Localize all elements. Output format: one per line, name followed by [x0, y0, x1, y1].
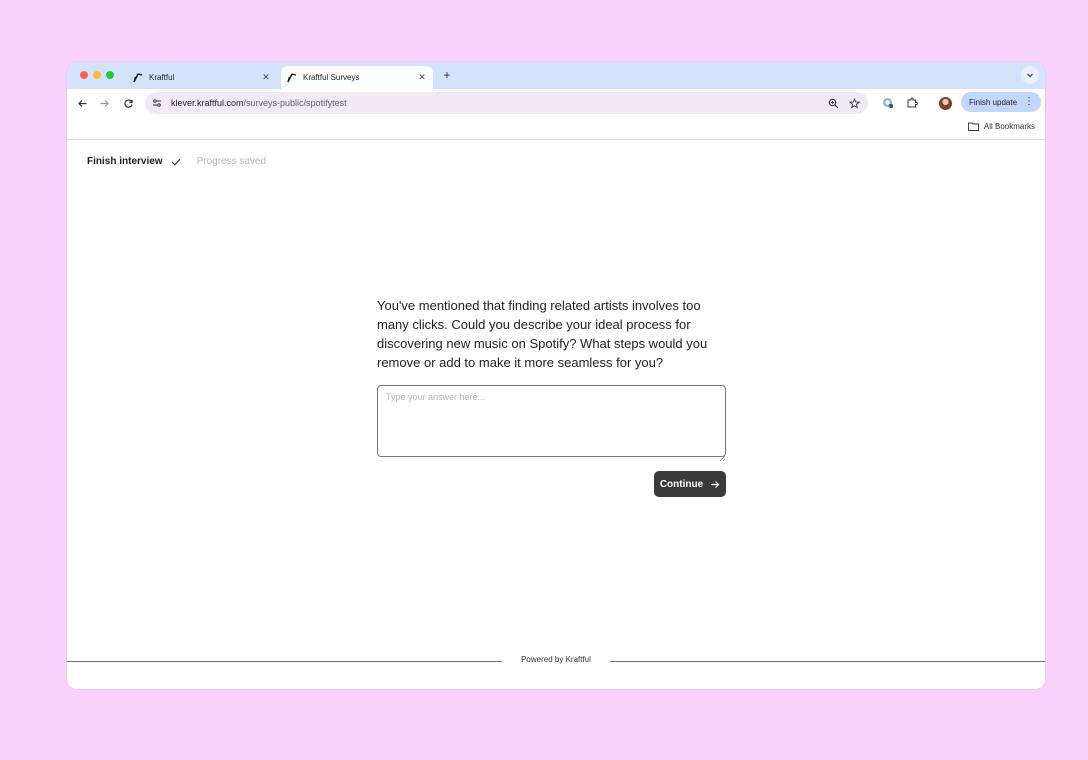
survey-page: Finish interview Progress saved You've m…: [67, 141, 1045, 689]
tab-kraftful-surveys[interactable]: Kraftful Surveys ✕: [281, 66, 433, 89]
profile-avatar[interactable]: [939, 97, 952, 110]
continue-label: Continue: [659, 478, 704, 490]
bookmark-star-icon[interactable]: [848, 97, 860, 109]
close-tab-icon[interactable]: ✕: [415, 72, 429, 83]
progress-saved-status: Progress saved: [196, 156, 267, 167]
arrow-right-icon: [710, 480, 720, 489]
back-arrow-icon[interactable]: [74, 95, 90, 111]
browser-window: Kraftful ✕ Kraftful Surveys ✕ + klever.k…: [67, 62, 1045, 689]
minimize-window-button[interactable]: [93, 71, 101, 79]
footer-divider: [610, 661, 1045, 662]
footer: Powered by Kraftful: [67, 655, 1045, 669]
all-bookmarks-button[interactable]: All Bookmarks: [967, 122, 1035, 131]
forward-arrow-icon[interactable]: [96, 95, 112, 111]
tab-strip: Kraftful ✕ Kraftful Surveys ✕ +: [67, 62, 1045, 89]
resize-handle-icon[interactable]: [718, 449, 726, 462]
folder-icon: [967, 122, 979, 131]
footer-divider: [67, 661, 502, 662]
extensions-puzzle-icon[interactable]: [905, 96, 919, 110]
close-window-button[interactable]: [80, 71, 88, 79]
tab-title: Kraftful: [149, 73, 175, 82]
url-host: klever.kraftful.com: [171, 98, 244, 108]
zoom-icon[interactable]: [827, 97, 839, 109]
survey-question: You've mentioned that finding related ar…: [377, 298, 708, 370]
reload-icon[interactable]: [120, 95, 136, 111]
kraftful-logo-icon: [287, 72, 297, 83]
tab-title: Kraftful Surveys: [303, 73, 360, 82]
answer-input[interactable]: [377, 385, 726, 457]
more-menu-icon[interactable]: ⋮: [1024, 96, 1034, 108]
interview-status: Finish interview Progress saved: [87, 156, 266, 167]
kraftful-logo-icon: [133, 72, 143, 83]
extension-icon[interactable]: [881, 96, 895, 110]
tab-search-chevron-icon[interactable]: [1021, 66, 1039, 84]
close-tab-icon[interactable]: ✕: [259, 72, 273, 83]
finish-update-button[interactable]: Finish update ⋮: [961, 92, 1041, 112]
checkmark-icon: [171, 158, 181, 166]
site-settings-icon[interactable]: [151, 97, 163, 109]
url-path: /surveys-public/spotifytest: [243, 98, 347, 108]
tab-kraftful[interactable]: Kraftful ✕: [125, 66, 277, 89]
new-tab-button[interactable]: +: [439, 67, 455, 83]
powered-by-text: Powered by Kraftful: [521, 655, 591, 664]
continue-button[interactable]: Continue: [654, 471, 726, 497]
maximize-window-button[interactable]: [106, 71, 114, 79]
bookmarks-bar: All Bookmarks: [67, 117, 1045, 140]
all-bookmarks-label: All Bookmarks: [983, 122, 1035, 131]
finish-update-label: Finish update: [969, 97, 1018, 107]
finish-interview-link[interactable]: Finish interview: [87, 156, 163, 167]
browser-toolbar: klever.kraftful.com/surveys-public/spoti…: [67, 89, 1045, 117]
address-bar[interactable]: klever.kraftful.com/surveys-public/spoti…: [145, 92, 868, 114]
